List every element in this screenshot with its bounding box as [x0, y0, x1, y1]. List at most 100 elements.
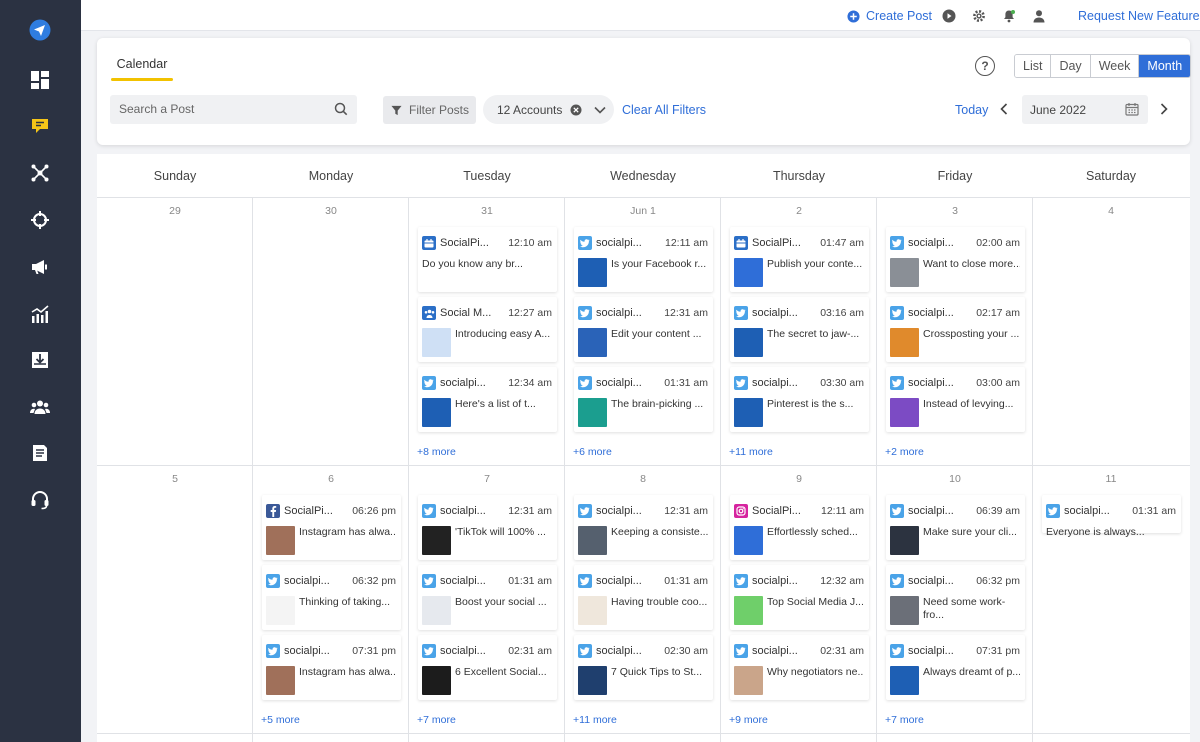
sidebar-item-dashboard[interactable] [25, 67, 55, 97]
post-card[interactable]: SocialPi... 01:47 am Publish your conte... [730, 227, 869, 292]
day-cell[interactable]: 30 [253, 197, 409, 465]
sidebar-item-megaphone[interactable] [25, 254, 55, 284]
sidebar-item-headset[interactable] [25, 487, 55, 517]
more-posts-link[interactable]: +8 more [417, 446, 456, 458]
post-body: Edit your content ... [578, 328, 708, 357]
profile-button[interactable] [1032, 6, 1046, 26]
day-cell[interactable]: 11 socialpi... 01:31 am Everyone is always.… [1033, 465, 1189, 733]
post-card[interactable]: socialpi... 02:00 am Want to close more... [886, 227, 1025, 292]
day-cell[interactable]: 29 [97, 197, 253, 465]
post-card[interactable]: socialpi... 12:34 am Here's a list of t... [418, 367, 557, 432]
post-card[interactable]: socialpi... 06:32 pm Need some work-fro... [886, 565, 1025, 630]
view-week-button[interactable]: Week [1090, 55, 1140, 77]
sidebar-item-analytics[interactable] [25, 301, 55, 331]
post-card[interactable]: socialpi... 03:16 am The secret to jaw-... [730, 297, 869, 362]
clear-accounts-icon[interactable] [570, 104, 582, 116]
post-account: SocialPi... [440, 237, 489, 249]
post-card[interactable]: socialpi... 02:31 am 6 Excellent Social... [418, 635, 557, 700]
tab-calendar[interactable]: Calendar [111, 57, 173, 71]
accounts-select[interactable]: 12 Accounts [483, 95, 614, 124]
day-cell[interactable]: 5 [97, 465, 253, 733]
post-card[interactable]: socialpi... 02:30 am 7 Quick Tips to St... [574, 635, 713, 700]
post-card[interactable]: socialpi... 12:11 am Is your Facebook r... [574, 227, 713, 292]
sidebar-item-document[interactable] [25, 440, 55, 470]
more-posts-link[interactable]: +9 more [729, 714, 768, 726]
post-card[interactable]: Social M... 12:27 am Introducing easy A... [418, 297, 557, 362]
day-number: 3 [952, 205, 958, 217]
chevron-right-icon[interactable] [1158, 100, 1170, 118]
post-card[interactable]: socialpi... 01:31 am The brain-picking ... [574, 367, 713, 432]
day-cell[interactable]: 4 [1033, 197, 1189, 465]
post-card[interactable]: socialpi... 12:31 am Edit your content ... [574, 297, 713, 362]
post-card[interactable]: socialpi... 01:31 am Everyone is always... [1042, 495, 1181, 538]
post-card[interactable]: socialpi... 01:31 am Having trouble coo... [574, 565, 713, 630]
post-card[interactable]: socialpi... 06:39 am Make sure your cli... [886, 495, 1025, 560]
more-posts-link[interactable]: +5 more [261, 714, 300, 726]
play-button[interactable] [942, 6, 956, 26]
sidebar-item-network[interactable] [25, 160, 55, 190]
chevron-down-icon [594, 106, 606, 114]
view-list-button[interactable]: List [1015, 55, 1052, 77]
sidebar-item-download-tray[interactable] [25, 347, 55, 377]
twitter-icon [422, 376, 436, 390]
sidebar-item-target[interactable] [25, 207, 55, 237]
day-cell[interactable]: 8 socialpi... 12:31 am Keeping a consiste..… [565, 465, 721, 733]
post-card[interactable]: socialpi... 03:00 am Instead of levying... [886, 367, 1025, 432]
more-posts-link[interactable]: +11 more [573, 714, 617, 726]
notifications-button[interactable] [1002, 6, 1016, 26]
post-account: socialpi... [596, 505, 642, 517]
day-cell[interactable]: 2 SocialPi... 01:47 am Publish your conte..… [721, 197, 877, 465]
more-posts-link[interactable]: +7 more [417, 714, 456, 726]
search-input[interactable]: Search a Post [110, 95, 357, 124]
today-button[interactable]: Today [955, 103, 988, 117]
clear-all-filters-link[interactable]: Clear All Filters [622, 103, 706, 117]
day-cell[interactable]: 6 SocialPi... 06:26 pm Instagram has alwa..… [253, 465, 409, 733]
post-card[interactable]: socialpi... 07:31 pm Always dreamt of p... [886, 635, 1025, 700]
post-time: 02:17 am [976, 307, 1020, 319]
post-time: 01:31 am [1132, 505, 1176, 517]
post-thumbnail [266, 666, 295, 695]
help-icon[interactable]: ? [975, 56, 995, 76]
post-text: Everyone is always... [1046, 526, 1145, 538]
sidebar-item-send-logo[interactable] [25, 17, 55, 47]
post-time: 06:32 pm [352, 575, 396, 587]
sidebar-item-team[interactable] [25, 394, 55, 424]
day-cell[interactable]: 10 socialpi... 06:39 am Make sure your cli.… [877, 465, 1033, 733]
day-cell[interactable]: 31 SocialPi... 12:10 am Do you know any br.… [409, 197, 565, 465]
post-card[interactable]: socialpi... 02:31 am Why negotiators ne... [730, 635, 869, 700]
post-time: 12:31 am [664, 307, 708, 319]
filter-posts-button[interactable]: Filter Posts [383, 96, 476, 124]
post-card[interactable]: SocialPi... 12:11 am Effortlessly sched... [730, 495, 869, 560]
post-account: socialpi... [752, 575, 798, 587]
post-card[interactable]: socialpi... 12:31 am Keeping a consiste... [574, 495, 713, 560]
more-posts-link[interactable]: +7 more [885, 714, 924, 726]
request-feature-link[interactable]: Request New Feature [1078, 6, 1200, 26]
post-card[interactable]: socialpi... 07:31 pm Instagram has alwa... [262, 635, 401, 700]
chevron-left-icon[interactable] [998, 100, 1010, 118]
view-month-button[interactable]: Month [1139, 55, 1191, 77]
day-cell[interactable]: 7 socialpi... 12:31 am 'TikTok will 100% ..… [409, 465, 565, 733]
more-posts-link[interactable]: +11 more [729, 446, 773, 458]
more-posts-link[interactable]: +6 more [573, 446, 612, 458]
twitter-icon [578, 376, 592, 390]
post-card[interactable]: socialpi... 03:30 am Pinterest is the s... [730, 367, 869, 432]
view-day-button[interactable]: Day [1051, 55, 1091, 77]
weekday-header: Friday [937, 168, 973, 183]
sidebar-item-inbox-chat[interactable] [25, 113, 55, 143]
settings-button[interactable] [972, 6, 986, 26]
post-card[interactable]: socialpi... 01:31 am Boost your social ... [418, 565, 557, 630]
create-post-button[interactable]: Create Post [847, 6, 932, 26]
more-posts-link[interactable]: +2 more [885, 446, 924, 458]
post-thumbnail [734, 596, 763, 625]
day-cell[interactable]: Jun 1 socialpi... 12:11 am Is your Facebook… [565, 197, 721, 465]
day-cell[interactable]: 3 socialpi... 02:00 am Want to close more..… [877, 197, 1033, 465]
post-card[interactable]: SocialPi... 06:26 pm Instagram has alwa... [262, 495, 401, 560]
post-card[interactable]: socialpi... 12:32 am Top Social Media J... [730, 565, 869, 630]
post-card[interactable]: socialpi... 02:17 am Crossposting your ... [886, 297, 1025, 362]
post-body: The secret to jaw-... [734, 328, 864, 357]
month-picker[interactable]: June 2022 [1022, 95, 1148, 124]
post-card[interactable]: SocialPi... 12:10 am Do you know any br... [418, 227, 557, 292]
post-card[interactable]: socialpi... 12:31 am 'TikTok will 100% ... [418, 495, 557, 560]
day-cell[interactable]: 9 SocialPi... 12:11 am Effortlessly sched..… [721, 465, 877, 733]
post-card[interactable]: socialpi... 06:32 pm Thinking of taking... [262, 565, 401, 630]
